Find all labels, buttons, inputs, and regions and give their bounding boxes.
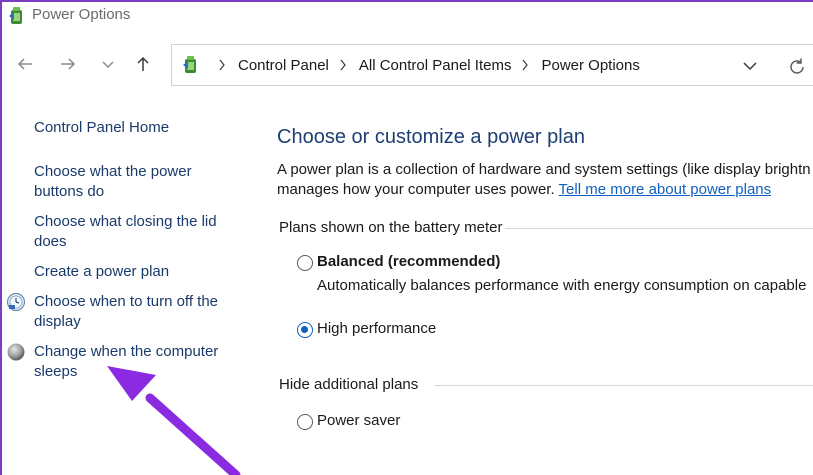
plan-balanced-description: Automatically balances performance with … [317, 277, 807, 294]
up-button[interactable] [131, 52, 155, 76]
forward-button[interactable] [56, 52, 80, 76]
page-title: Choose or customize a power plan [277, 126, 585, 148]
group-divider [505, 228, 813, 229]
breadcrumb-control-panel[interactable]: Control Panel [238, 57, 329, 74]
chevron-down-icon[interactable] [740, 57, 760, 75]
recent-locations-button[interactable] [96, 52, 120, 76]
intro-text: A power plan is a collection of hardware… [277, 160, 813, 200]
battery-plans-group-label: Plans shown on the battery meter [279, 219, 503, 236]
back-button[interactable] [13, 52, 37, 76]
sidebar-item-label: Choose what the power [34, 163, 192, 180]
plan-balanced-name[interactable]: Balanced (recommended) [317, 253, 500, 270]
sidebar-item-power-buttons[interactable]: Choose what the power buttons do [34, 162, 234, 202]
sidebar-item-label: Create a power plan [34, 263, 170, 280]
chevron-right-icon[interactable] [218, 59, 226, 71]
tell-me-more-link[interactable]: Tell me more about power plans [559, 181, 772, 198]
sidebar-item-label: Choose when to turn off the [34, 293, 219, 310]
chevron-down-icon [102, 61, 114, 69]
sidebar-item-label: does [34, 233, 67, 250]
intro-line: manages how your computer uses power. Te… [277, 180, 813, 200]
up-arrow-icon [137, 56, 149, 71]
sidebar-item-label: display [34, 313, 81, 330]
forward-arrow-icon [61, 58, 76, 70]
breadcrumb-power-options[interactable]: Power Options [541, 57, 639, 74]
refresh-icon[interactable] [786, 56, 808, 78]
group-divider [435, 385, 813, 386]
address-bar[interactable]: Control Panel All Control Panel Items Po… [171, 44, 813, 86]
sidebar-item-label: buttons do [34, 183, 105, 200]
chevron-right-icon[interactable] [339, 59, 347, 71]
sidebar-item-computer-sleeps[interactable]: Change when the computer sleeps [34, 342, 234, 382]
power-options-icon [9, 7, 22, 24]
sidebar-item-create-plan[interactable]: Create a power plan [34, 262, 234, 282]
display-clock-icon [7, 293, 25, 311]
title-bar: Power Options [0, 0, 813, 32]
back-arrow-icon [17, 58, 32, 70]
sidebar-item-control-panel-home[interactable]: Control Panel Home [34, 118, 234, 138]
intro-line-prefix: manages how your computer uses power. [277, 181, 559, 198]
plan-high-performance-name[interactable]: High performance [317, 320, 436, 337]
window-title: Power Options [32, 6, 131, 23]
sidebar-item-turn-off-display[interactable]: Choose when to turn off the display [34, 292, 234, 332]
intro-line: A power plan is a collection of hardware… [277, 161, 811, 178]
sidebar-item-label: Choose what closing the lid [34, 213, 217, 230]
sidebar-item-label: sleeps [34, 363, 78, 380]
navigation-bar: Control Panel All Control Panel Items Po… [0, 36, 813, 94]
sidebar-item-closing-lid[interactable]: Choose what closing the lid does [34, 212, 234, 252]
moon-sleep-icon [7, 343, 25, 361]
plan-power-saver-name[interactable]: Power saver [317, 412, 400, 429]
plan-high-performance-radio[interactable] [297, 322, 313, 338]
chevron-right-icon[interactable] [521, 59, 529, 71]
plan-power-saver-radio[interactable] [297, 414, 313, 430]
hidden-plans-group-label[interactable]: Hide additional plans [279, 376, 418, 393]
power-options-icon [183, 56, 196, 73]
sidebar-item-label: Change when the computer [34, 343, 219, 360]
breadcrumb-all-control-panel-items[interactable]: All Control Panel Items [359, 57, 512, 74]
plan-balanced-radio[interactable] [297, 255, 313, 271]
breadcrumb: Control Panel All Control Panel Items Po… [208, 45, 640, 85]
